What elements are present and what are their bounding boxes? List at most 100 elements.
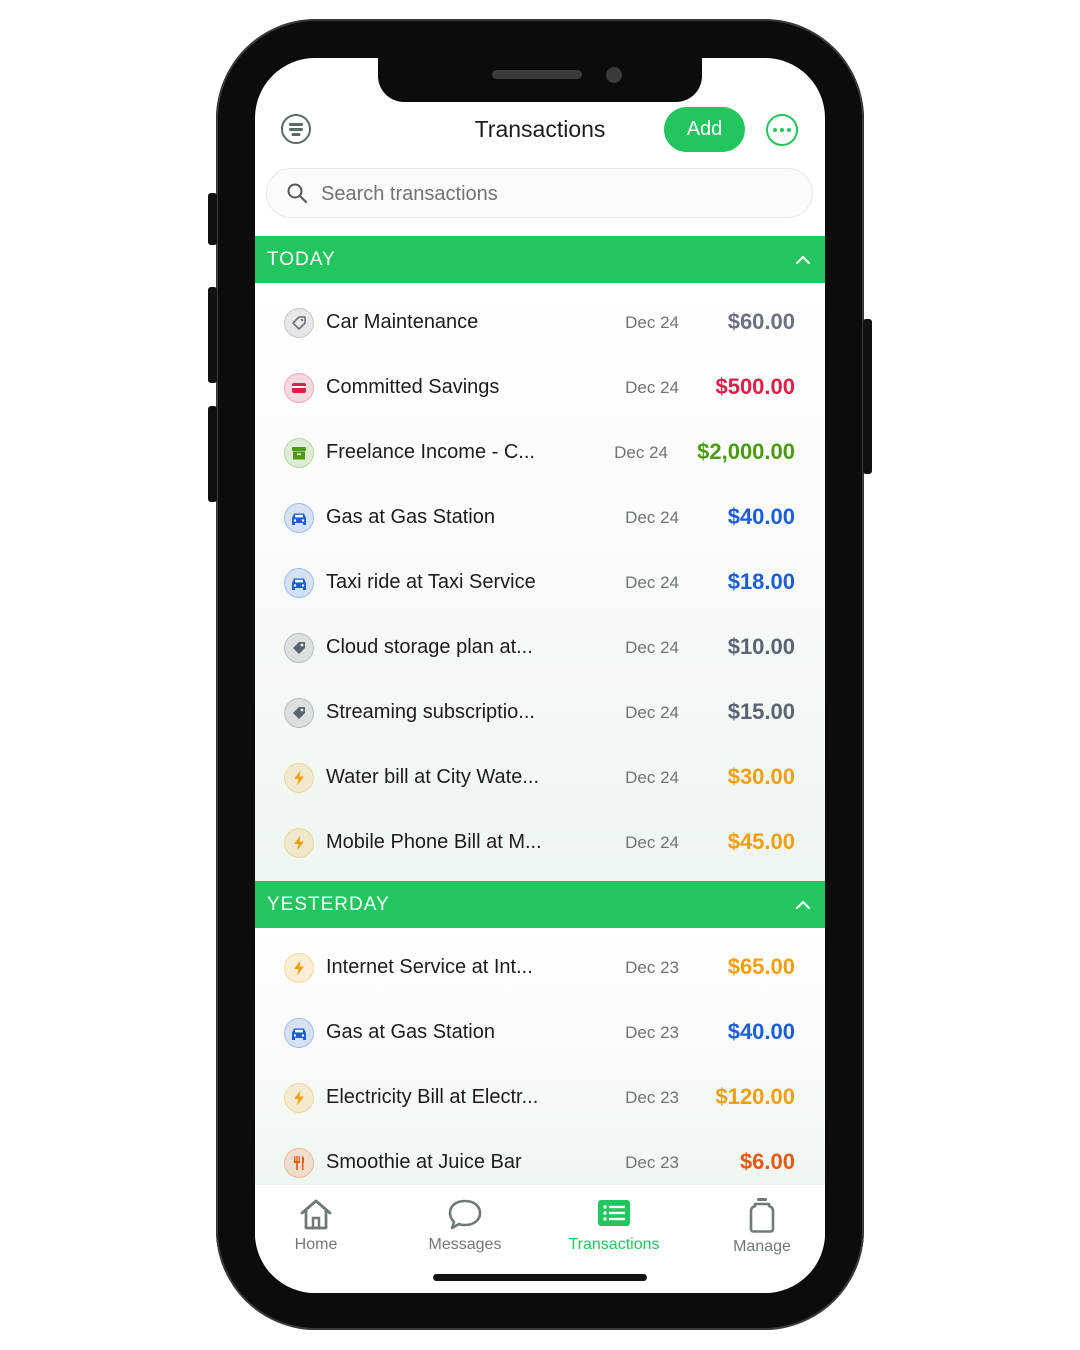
transaction-row[interactable]: Water bill at City Wate... Dec 24 $30.00 (255, 745, 825, 810)
bolt-icon (284, 1083, 314, 1113)
credit-card-icon (284, 373, 314, 403)
section-title: YESTERDAY (267, 894, 390, 915)
transaction-date: Dec 24 (625, 833, 679, 852)
tab-home[interactable]: Home (256, 1197, 376, 1254)
transaction-list: TODAY Car Maintenance Dec 24 $60.00 Comm… (255, 236, 825, 1201)
transaction-row[interactable]: Cloud storage plan at... Dec 24 $10.00 (255, 615, 825, 680)
speaker (492, 70, 582, 79)
section-rows: Car Maintenance Dec 24 $60.00 Committed … (255, 283, 825, 881)
camera (606, 67, 622, 83)
jar-icon (749, 1198, 775, 1233)
transaction-row[interactable]: Taxi ride at Taxi Service Dec 24 $18.00 (255, 550, 825, 615)
transaction-amount: $500.00 (715, 374, 795, 399)
transaction-title: Cloud storage plan at... (326, 636, 533, 658)
search-icon (287, 183, 307, 203)
side-button-power (863, 319, 872, 474)
app-screen: Transactions Add Search transactions TOD… (255, 58, 825, 1293)
transaction-amount: $30.00 (727, 764, 795, 789)
transaction-amount: $65.00 (727, 954, 795, 979)
archive-box-icon (284, 438, 314, 468)
transaction-row[interactable]: Gas at Gas Station Dec 23 $40.00 (255, 1000, 825, 1065)
side-button-volume-down (208, 406, 217, 502)
transaction-amount: $120.00 (715, 1084, 795, 1109)
transaction-amount: $18.00 (727, 569, 795, 594)
transaction-title: Smoothie at Juice Bar (326, 1151, 522, 1173)
section-rows: Internet Service at Int... Dec 23 $65.00… (255, 928, 825, 1201)
search-input[interactable]: Search transactions (266, 168, 813, 218)
bolt-icon (284, 953, 314, 983)
home-icon (300, 1199, 332, 1230)
more-options-icon[interactable] (766, 114, 798, 146)
transaction-title: Internet Service at Int... (326, 956, 533, 978)
transaction-amount: $40.00 (727, 504, 795, 529)
transaction-title: Taxi ride at Taxi Service (326, 571, 536, 593)
fork-knife-icon (284, 1148, 314, 1178)
car-icon (284, 568, 314, 598)
car-icon (284, 503, 314, 533)
transaction-date: Dec 24 (625, 508, 679, 527)
bolt-icon (284, 763, 314, 793)
transaction-row[interactable]: Streaming subscriptio... Dec 24 $15.00 (255, 680, 825, 745)
transaction-amount: $2,000.00 (697, 439, 795, 464)
tab-messages[interactable]: Messages (405, 1197, 525, 1254)
transaction-date: Dec 24 (625, 378, 679, 397)
transaction-title: Committed Savings (326, 376, 500, 398)
tab-manage-label: Manage (733, 1238, 791, 1255)
transaction-amount: $10.00 (727, 634, 795, 659)
transaction-date: Dec 23 (625, 1153, 679, 1172)
transaction-title: Gas at Gas Station (326, 506, 495, 528)
transaction-row[interactable]: Committed Savings Dec 24 $500.00 (255, 355, 825, 420)
transaction-date: Dec 24 (625, 638, 679, 657)
chevron-up-icon[interactable] (795, 897, 811, 913)
transaction-amount: $15.00 (727, 699, 795, 724)
tag-icon (284, 308, 314, 338)
transaction-row[interactable]: Mobile Phone Bill at M... Dec 24 $45.00 (255, 810, 825, 875)
transaction-title: Water bill at City Wate... (326, 766, 540, 788)
list-icon (598, 1200, 630, 1226)
side-button-mute (208, 193, 217, 245)
transaction-date: Dec 23 (625, 1088, 679, 1107)
transaction-date: Dec 24 (614, 443, 668, 462)
chat-bubble-icon (448, 1199, 482, 1230)
transaction-date: Dec 24 (625, 768, 679, 787)
transaction-row[interactable]: Electricity Bill at Electr... Dec 23 $12… (255, 1065, 825, 1130)
transaction-date: Dec 24 (625, 573, 679, 592)
transaction-title: Electricity Bill at Electr... (326, 1086, 539, 1108)
tag-filled-icon (284, 698, 314, 728)
tab-transactions[interactable]: Transactions (554, 1197, 674, 1254)
transaction-amount: $40.00 (727, 1019, 795, 1044)
app-header: Transactions Add (255, 106, 825, 156)
transaction-date: Dec 24 (625, 703, 679, 722)
search-placeholder: Search transactions (321, 183, 498, 205)
notch (378, 58, 702, 102)
transaction-amount: $6.00 (739, 1149, 795, 1174)
tag-filled-icon (284, 633, 314, 663)
transaction-amount: $60.00 (727, 309, 795, 334)
transaction-row[interactable]: Car Maintenance Dec 24 $60.00 (255, 290, 825, 355)
transaction-row[interactable]: Gas at Gas Station Dec 24 $40.00 (255, 485, 825, 550)
transaction-row[interactable]: Internet Service at Int... Dec 23 $65.00 (255, 935, 825, 1000)
section-title: TODAY (267, 249, 336, 270)
transaction-title: Streaming subscriptio... (326, 701, 535, 723)
home-indicator (433, 1274, 647, 1281)
tab-transactions-label: Transactions (568, 1236, 660, 1253)
transaction-title: Freelance Income - C... (326, 441, 535, 463)
transaction-date: Dec 23 (625, 1023, 679, 1042)
add-button[interactable]: Add (664, 107, 745, 152)
transaction-title: Car Maintenance (326, 311, 479, 333)
section-header-yesterday[interactable]: YESTERDAY (255, 881, 825, 928)
section-header-today[interactable]: TODAY (255, 236, 825, 283)
transaction-row[interactable]: Freelance Income - C... Dec 24 $2,000.00 (255, 420, 825, 485)
transaction-date: Dec 23 (625, 958, 679, 977)
side-button-volume-up (208, 287, 217, 383)
tab-manage[interactable]: Manage (702, 1197, 822, 1256)
transaction-date: Dec 24 (625, 313, 679, 332)
transaction-title: Mobile Phone Bill at M... (326, 831, 542, 853)
tab-messages-label: Messages (428, 1236, 502, 1253)
bolt-icon (284, 828, 314, 858)
tab-bar: Home Messages Transactions Manage (255, 1184, 825, 1293)
tab-home-label: Home (294, 1236, 338, 1253)
car-icon (284, 1018, 314, 1048)
transaction-title: Gas at Gas Station (326, 1021, 495, 1043)
chevron-up-icon[interactable] (795, 252, 811, 268)
